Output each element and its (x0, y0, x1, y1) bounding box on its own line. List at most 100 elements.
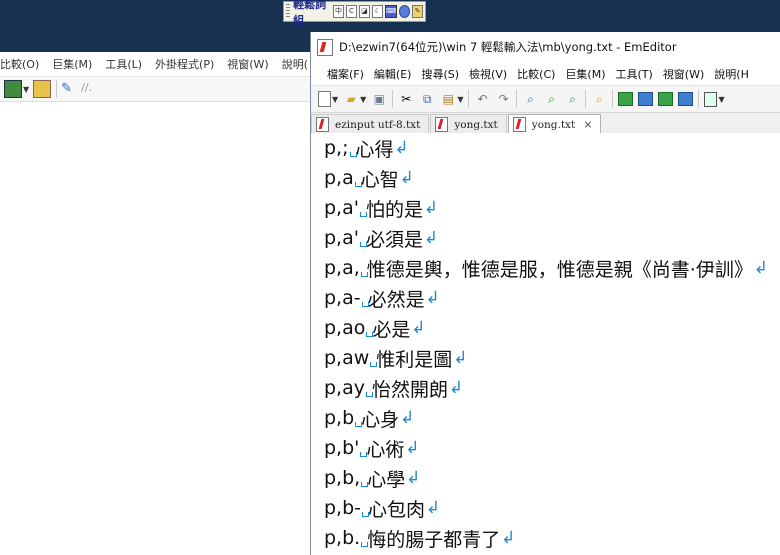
c-icon[interactable]: C (345, 5, 357, 18)
copy-icon[interactable]: ⧉ (419, 91, 435, 107)
cut-icon[interactable]: ✂ (398, 91, 414, 107)
editor-line[interactable]: p,a 心智 ↲ (311, 163, 780, 193)
menu-item-4[interactable]: 比較(C) (517, 66, 555, 82)
whitespace-mark-icon (354, 169, 362, 188)
line-code: p,ao (324, 317, 366, 339)
whitespace-mark-icon (361, 289, 369, 308)
newline-mark-icon: ↲ (501, 528, 516, 548)
tab-label: yong.txt (531, 118, 576, 131)
menu-item-3[interactable]: 檢視(V) (469, 66, 507, 82)
new-file-icon[interactable] (318, 91, 331, 107)
menu-item-6[interactable]: 工具(T) (616, 66, 653, 82)
line-text: 心學 (367, 468, 406, 491)
keyboard-icon[interactable]: ⌨ (384, 5, 398, 18)
macro-icon[interactable] (704, 91, 718, 107)
newline-mark-icon: ↲ (411, 318, 426, 338)
whitespace-mark-icon (360, 529, 369, 548)
close-icon[interactable]: × (583, 118, 592, 131)
menu-bar: 檔案(F) 編輯(E) 搜尋(S) 檢視(V) 比較(C) 巨集(M) 工具(T) 視窗(W)… (311, 62, 780, 85)
line-text: 心術 (366, 438, 405, 461)
text-editor[interactable]: p,; 心得 ↲ p,a 心智 ↲ p,a' 怕的是 ↲ p,a' 必須是 ↲ p,a, 惟德是輿，惟德是… (311, 133, 780, 555)
highlight-icon[interactable]: ⌕ (591, 91, 607, 107)
editor-line[interactable]: p,ay 怡然開朗 ↲ (311, 373, 780, 403)
background-menu-item-4[interactable]: 視窗(W) (227, 56, 268, 72)
pen-icon[interactable]: ✎ (412, 5, 424, 18)
whitespace-mark-icon (365, 379, 373, 398)
tab-0[interactable]: ezinput utf-8.txt (311, 114, 430, 134)
menu-item-8[interactable]: 說明(H (714, 66, 749, 82)
moon-icon[interactable]: ☾ (371, 5, 383, 18)
gear-icon[interactable] (399, 5, 411, 18)
background-window: 比較(O) 巨集(M) 工具(L) 外掛程式(P) 視窗(W) 說明( ▼ ✎ //. (0, 52, 312, 555)
menu-item-2[interactable]: 搜尋(S) (421, 66, 459, 82)
app-icon[interactable] (317, 38, 333, 56)
drag-handle[interactable] (286, 4, 291, 19)
editor-line[interactable]: p,b 心身 ↲ (311, 403, 780, 433)
whitespace-mark-icon (361, 499, 370, 518)
layout-icon-3[interactable] (658, 92, 674, 106)
tab-1[interactable]: yong.txt (430, 114, 507, 134)
editor-line[interactable]: p,b- 心包肉 ↲ (311, 493, 780, 523)
background-content (0, 124, 312, 555)
background-menu-item-3[interactable]: 外掛程式(P) (155, 56, 214, 72)
save-icon[interactable]: ▣ (371, 91, 387, 107)
redo-icon[interactable]: ↷ (495, 91, 511, 107)
chevron-down-icon[interactable]: ▼ (457, 95, 463, 104)
mode-icon[interactable]: 中 (333, 5, 344, 18)
chevron-down-icon[interactable]: ▼ (23, 85, 29, 94)
line-code: p,b (324, 407, 355, 429)
newline-mark-icon: ↲ (399, 168, 415, 188)
tab-label: yong.txt (454, 118, 498, 131)
editor-line[interactable]: p,b. 悔的腸子都青了 ↲ (311, 523, 780, 553)
save-icon[interactable] (4, 80, 22, 98)
whitespace-mark-icon (354, 409, 363, 428)
find-prev-icon[interactable]: ⌕ (564, 91, 580, 107)
layout-icon-4[interactable] (678, 92, 694, 106)
line-code: p,b- (324, 497, 362, 519)
editor-line[interactable]: p,; 心得 ↲ (311, 133, 780, 163)
tab-2[interactable]: yong.txt × (507, 114, 602, 134)
undo-icon[interactable]: ↶ (474, 91, 490, 107)
background-menu-item-2[interactable]: 工具(L) (105, 56, 142, 72)
editor-line[interactable]: p,a- 必然是 ↲ (311, 283, 780, 313)
menu-item-1[interactable]: 編輯(E) (374, 66, 412, 82)
chevron-down-icon[interactable]: ▼ (332, 95, 338, 104)
find-icon[interactable]: ⌕ (522, 91, 538, 107)
background-menu-item-1[interactable]: 巨集(M) (52, 56, 92, 72)
chevron-down-icon[interactable]: ▼ (360, 95, 366, 104)
menu-item-0[interactable]: 檔案(F) (327, 66, 364, 82)
export-icon[interactable] (33, 80, 52, 98)
line-code: p,b' (324, 437, 360, 459)
editor-line[interactable]: p,b' 心術 ↲ (311, 433, 780, 463)
line-text: 必是 (372, 318, 411, 341)
editor-line[interactable]: p,ao 必是 ↲ (311, 313, 780, 343)
title-bar[interactable]: D:\ezwin7(64位元)\win 7 輕鬆輸入法\mb\yong.txt … (311, 32, 780, 62)
editor-line[interactable]: p,aw 惟利是圖 ↲ (311, 343, 780, 373)
background-menu-item-0[interactable]: 比較(O) (0, 56, 39, 72)
line-text: 必然是 (367, 288, 425, 311)
d-icon[interactable]: ◪ (358, 5, 370, 18)
whitespace-mark-icon (359, 439, 368, 458)
separator (392, 90, 394, 108)
editor-line[interactable]: p,a' 必須是 ↲ (311, 223, 780, 253)
open-folder-icon[interactable]: ▰ (343, 91, 359, 107)
find-next-icon[interactable]: ⌕ (543, 91, 559, 107)
editor-line[interactable]: p,a' 怕的是 ↲ (311, 193, 780, 223)
editor-line[interactable]: p,a, 惟德是輿，惟德是服，惟德是親《尚書·伊訓》 ↲ (311, 253, 780, 283)
menu-item-5[interactable]: 巨集(M) (565, 66, 605, 82)
ime-toolbar[interactable]: 輕鬆詞組 中 C ◪ ☾ ⌨ ✎ (283, 0, 426, 27)
whitespace-mark-icon (360, 469, 369, 488)
pin-icon[interactable]: ✎ (61, 81, 77, 97)
whitespace-mark-icon (360, 259, 368, 278)
slash-icon: //. (81, 81, 93, 94)
layout-icon-1[interactable] (618, 92, 634, 106)
paste-icon[interactable]: ▤ (440, 91, 456, 107)
editor-line[interactable]: p,b, 心學 ↲ (311, 463, 780, 493)
menu-item-7[interactable]: 視窗(W) (663, 66, 704, 82)
line-code: p,a' (324, 227, 359, 249)
layout-icon-2[interactable] (638, 92, 654, 106)
chevron-down-icon[interactable]: ▼ (718, 95, 724, 104)
background-menu-item-5[interactable]: 說明( (282, 56, 308, 72)
document-icon (512, 117, 526, 132)
ime-name[interactable]: 輕鬆詞組 (293, 0, 329, 28)
